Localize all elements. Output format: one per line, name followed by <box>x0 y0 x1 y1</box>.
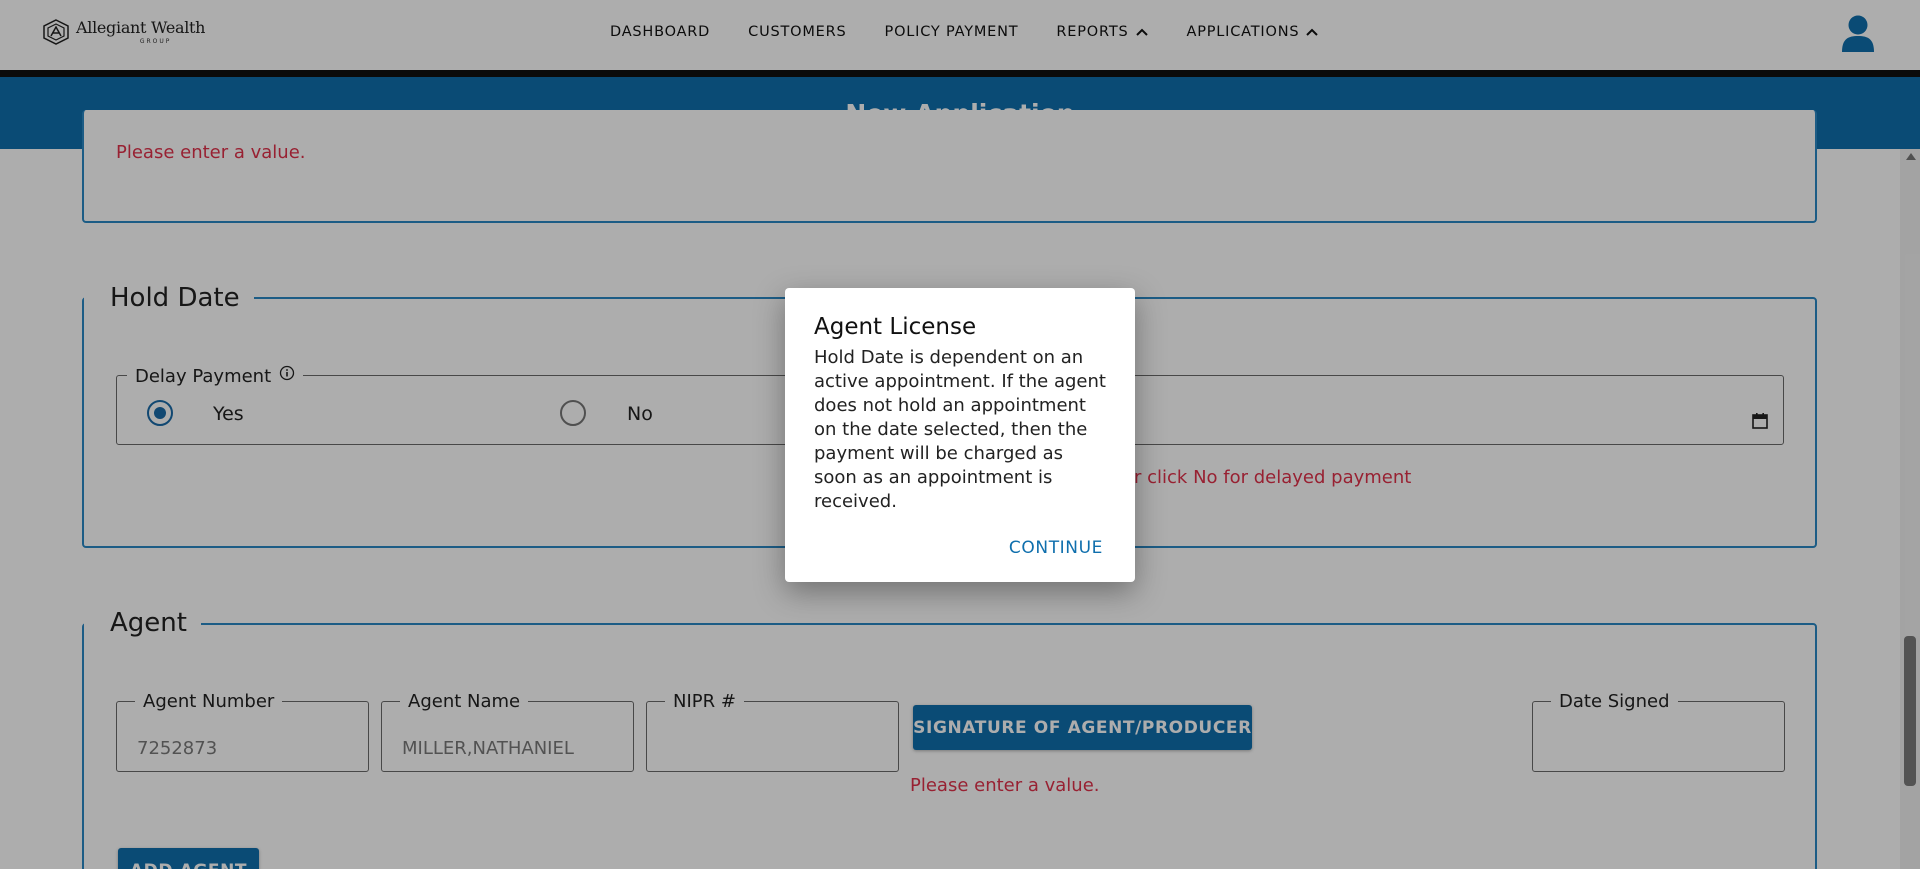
dialog-title: Agent License <box>814 314 977 340</box>
continue-button[interactable]: CONTINUE <box>1009 538 1103 558</box>
agent-license-dialog: Agent License Hold Date is dependent on … <box>785 288 1135 582</box>
dialog-body: Hold Date is dependent on an active appo… <box>814 347 1106 512</box>
